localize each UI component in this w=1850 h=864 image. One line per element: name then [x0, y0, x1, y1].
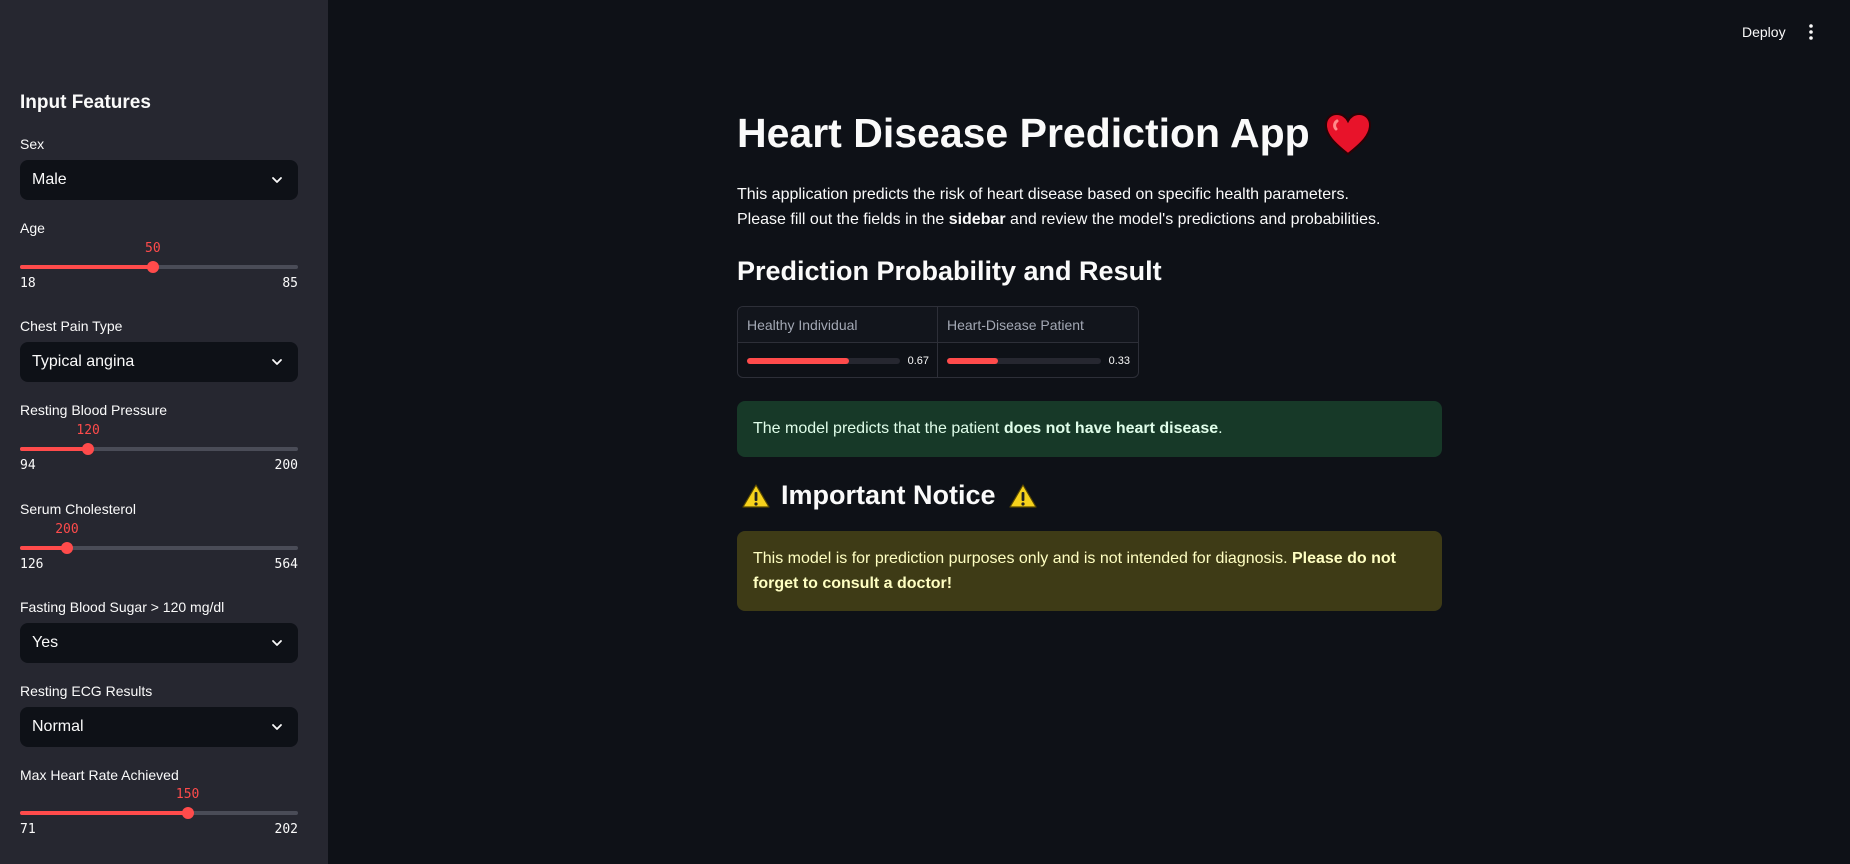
resting-bp-label: Resting Blood Pressure — [20, 402, 168, 418]
page-title: Heart Disease Prediction App — [737, 110, 1372, 157]
slider-min: 126 — [20, 557, 44, 572]
slider-max: 85 — [282, 276, 298, 291]
resting-ecg-select-value: Normal — [32, 718, 84, 735]
probability-table: Healthy Individual 0.67 Heart-Disease Pa… — [737, 306, 1139, 378]
max-hr-label: Max Heart Rate Achieved — [20, 767, 179, 783]
progress-bar — [947, 357, 1101, 364]
cholesterol-label: Serum Cholesterol — [20, 501, 136, 517]
prediction-heading: Prediction Probability and Result — [737, 256, 1162, 286]
slider-value: 50 — [145, 241, 161, 256]
main-menu-button[interactable] — [1802, 20, 1820, 44]
chevron-down-icon — [272, 177, 282, 183]
slider-max: 202 — [274, 822, 298, 837]
slider-value: 120 — [76, 423, 100, 438]
slider-value: 200 — [55, 522, 79, 537]
slider-min: 71 — [20, 822, 36, 837]
probability-value: 0.33 — [1108, 354, 1130, 367]
result-text-start: The model predicts that the patient — [753, 420, 1004, 437]
fasting-bs-select[interactable]: Yes — [20, 623, 298, 663]
slider-fill — [20, 447, 89, 451]
intro-line-2: Please fill out the fields in the sideba… — [737, 207, 1380, 232]
slider-min: 94 — [20, 458, 36, 473]
warning-icon — [1008, 483, 1037, 508]
slider-thumb[interactable] — [60, 542, 73, 554]
notice-heading-text: Important Notice — [781, 480, 996, 510]
more-vertical-icon — [1809, 24, 1813, 40]
column-header: Healthy Individual — [738, 307, 937, 343]
slider-thumb[interactable] — [146, 261, 159, 273]
progress-bar — [747, 357, 900, 364]
age-label: Age — [20, 220, 45, 236]
slider-thumb[interactable] — [82, 443, 95, 455]
intro-sidebar-bold: sidebar — [948, 211, 1006, 228]
fasting-bs-label: Fasting Blood Sugar > 120 mg/dl — [20, 599, 225, 615]
intro-line-2-end: and review the model's predictions and p… — [1005, 211, 1381, 228]
chevron-down-icon — [272, 640, 282, 646]
warning-icon — [742, 483, 770, 508]
prediction-result-alert: The model predicts that the patient does… — [737, 401, 1442, 457]
result-text-bold: does not have heart disease — [1003, 420, 1219, 437]
heart-icon — [1324, 112, 1371, 155]
progress-fill — [947, 357, 998, 364]
slider-max: 564 — [274, 557, 298, 572]
progress-fill — [747, 357, 850, 364]
slider-fill — [20, 265, 153, 269]
chest-pain-select-value: Typical angina — [32, 353, 135, 370]
sex-label: Sex — [20, 136, 45, 152]
max-hr-slider[interactable]: 150 71 202 — [20, 787, 298, 837]
fasting-bs-select-value: Yes — [32, 634, 59, 651]
notice-heading: Important Notice — [737, 480, 1038, 511]
probability-column-healthy: Healthy Individual 0.67 — [738, 307, 938, 377]
probability-column-disease: Heart-Disease Patient 0.33 — [938, 307, 1138, 377]
cholesterol-slider[interactable]: 200 126 564 — [20, 522, 298, 572]
chest-pain-label: Chest Pain Type — [20, 318, 123, 334]
intro-line-1: This application predicts the risk of he… — [737, 186, 1349, 203]
intro-text: This application predicts the risk of he… — [737, 182, 1380, 232]
chevron-down-icon — [272, 724, 282, 730]
slider-max: 200 — [274, 458, 298, 473]
slider-fill — [20, 811, 188, 815]
sidebar: Input Features Sex Male Age 50 18 85 Che… — [0, 0, 328, 864]
slider-thumb[interactable] — [181, 807, 194, 819]
probability-value: 0.67 — [907, 354, 929, 367]
sex-select-value: Male — [32, 171, 67, 188]
notice-text: This model is for prediction purposes on… — [753, 550, 1292, 567]
page-title-text: Heart Disease Prediction App — [737, 110, 1310, 156]
notice-warning-alert: This model is for prediction purposes on… — [737, 531, 1442, 611]
sidebar-title: Input Features — [20, 92, 151, 113]
deploy-button[interactable]: Deploy — [1734, 20, 1794, 44]
probability-cell: 0.33 — [938, 343, 1138, 377]
age-slider[interactable]: 50 18 85 — [20, 241, 298, 291]
slider-fill — [20, 546, 67, 550]
slider-value: 150 — [175, 787, 200, 802]
chevron-down-icon — [272, 359, 282, 365]
sex-select[interactable]: Male — [20, 160, 298, 200]
resting-bp-slider[interactable]: 120 94 200 — [20, 423, 298, 473]
probability-cell: 0.67 — [738, 343, 937, 377]
resting-ecg-label: Resting ECG Results — [20, 683, 153, 699]
intro-line-2-start: Please fill out the fields in the — [737, 211, 949, 228]
chest-pain-select[interactable]: Typical angina — [20, 342, 298, 382]
column-header: Heart-Disease Patient — [938, 307, 1138, 343]
resting-ecg-select[interactable]: Normal — [20, 707, 298, 747]
slider-min: 18 — [20, 276, 36, 291]
result-text-end: . — [1218, 420, 1223, 437]
